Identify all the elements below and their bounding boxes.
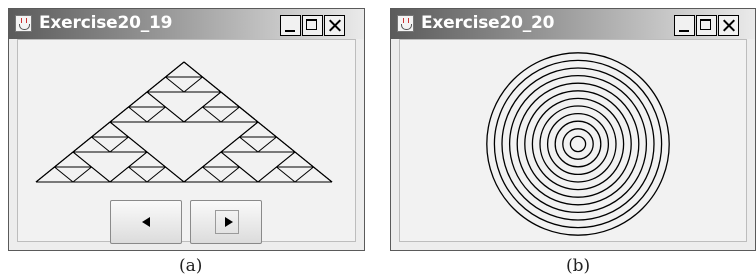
sierpinski-panel bbox=[17, 39, 356, 244]
sierpinski-edge bbox=[109, 136, 129, 153]
java-icon[interactable] bbox=[397, 15, 414, 32]
ring bbox=[562, 128, 594, 160]
caption-a: (a) bbox=[179, 256, 203, 276]
sierpinski-edge bbox=[72, 151, 92, 168]
sierpinski-edge bbox=[109, 121, 129, 138]
sierpinski-edge bbox=[128, 151, 148, 168]
sierpinski-edge bbox=[202, 166, 222, 183]
sierpinski-edge bbox=[239, 166, 259, 183]
sierpinski-edge bbox=[146, 151, 166, 168]
sierpinski-edge bbox=[146, 166, 166, 183]
sierpinski-edge bbox=[54, 166, 74, 183]
ring bbox=[493, 59, 663, 229]
java-icon[interactable] bbox=[15, 15, 32, 32]
ring bbox=[508, 74, 648, 214]
sierpinski-edge bbox=[220, 106, 240, 123]
close-button[interactable] bbox=[324, 15, 345, 36]
sierpinski-edge bbox=[91, 121, 111, 138]
sierpinski-edge bbox=[294, 166, 314, 183]
minimize-button[interactable] bbox=[674, 15, 695, 36]
sierpinski-edge bbox=[183, 61, 203, 78]
sierpinski-edge bbox=[202, 106, 222, 123]
sierpinski-edge bbox=[91, 136, 111, 153]
sierpinski-edge bbox=[109, 106, 129, 123]
sierpinski-edge bbox=[294, 151, 314, 168]
sierpinski-edge bbox=[91, 166, 111, 183]
sierpinski-edge bbox=[239, 106, 259, 123]
sierpinski-edge bbox=[109, 166, 129, 183]
circles-panel bbox=[399, 39, 747, 242]
sierpinski-edge bbox=[276, 136, 296, 153]
window-title: Exercise20_20 bbox=[421, 13, 555, 33]
sierpinski-edge bbox=[165, 166, 185, 183]
sierpinski-edge bbox=[165, 76, 185, 93]
ring bbox=[554, 120, 602, 168]
sierpinski-edge bbox=[128, 136, 148, 153]
sierpinski-edge bbox=[202, 76, 222, 93]
sierpinski-edge bbox=[35, 166, 55, 183]
sierpinski-edge bbox=[146, 76, 166, 93]
next-button[interactable] bbox=[190, 200, 262, 244]
maximize-button[interactable] bbox=[696, 15, 717, 36]
sierpinski-edge bbox=[183, 106, 203, 123]
sierpinski-edge bbox=[220, 91, 240, 108]
sierpinski-edge bbox=[239, 121, 259, 138]
ring bbox=[486, 52, 670, 236]
sierpinski-edge bbox=[276, 166, 296, 183]
sierpinski-edge bbox=[128, 91, 148, 108]
sierpinski-edge bbox=[239, 136, 259, 153]
sierpinski-edge bbox=[146, 91, 166, 108]
sierpinski-edge bbox=[202, 151, 222, 168]
sierpinski-edge bbox=[128, 106, 148, 123]
sierpinski-edge bbox=[257, 166, 277, 183]
sierpinski-edge bbox=[128, 166, 148, 183]
minimize-button[interactable] bbox=[280, 15, 301, 36]
sierpinski-edge bbox=[146, 106, 166, 123]
sierpinski-edge bbox=[220, 166, 240, 183]
sierpinski-edge bbox=[257, 121, 277, 138]
ring bbox=[546, 112, 610, 176]
close-button[interactable] bbox=[718, 15, 739, 36]
ring bbox=[516, 82, 640, 206]
right-triangle-icon bbox=[225, 217, 233, 227]
sierpinski-triangle bbox=[35, 61, 333, 183]
sierpinski-edge bbox=[54, 151, 74, 168]
ring bbox=[531, 97, 625, 191]
sierpinski-edge bbox=[202, 91, 222, 108]
title-bar[interactable]: Exercise20_19 bbox=[9, 9, 364, 39]
previous-button[interactable] bbox=[110, 200, 182, 244]
sierpinski-edge bbox=[276, 151, 296, 168]
maximize-button[interactable] bbox=[302, 15, 323, 36]
concentric-circles bbox=[486, 52, 670, 236]
window-exercise20-20: Exercise20_20 bbox=[390, 8, 756, 251]
sierpinski-edge bbox=[165, 106, 185, 123]
window-exercise20-19: Exercise20_19 bbox=[8, 8, 365, 251]
sierpinski-edge bbox=[72, 136, 92, 153]
sierpinski-edge bbox=[220, 151, 240, 168]
ring bbox=[524, 90, 632, 198]
left-triangle-icon bbox=[142, 217, 150, 227]
sierpinski-edge bbox=[183, 76, 203, 93]
sierpinski-edge bbox=[220, 136, 240, 153]
sierpinski-edge bbox=[313, 166, 333, 183]
sierpinski-edge bbox=[183, 166, 203, 183]
ring bbox=[539, 105, 617, 183]
ring bbox=[569, 135, 587, 153]
title-bar[interactable]: Exercise20_20 bbox=[391, 9, 755, 39]
window-title: Exercise20_19 bbox=[39, 13, 173, 33]
sierpinski-edge bbox=[72, 166, 92, 183]
sierpinski-edge bbox=[165, 61, 185, 78]
focus-indicator bbox=[215, 210, 239, 234]
caption-b: (b) bbox=[566, 256, 591, 276]
sierpinski-edge bbox=[257, 136, 277, 153]
